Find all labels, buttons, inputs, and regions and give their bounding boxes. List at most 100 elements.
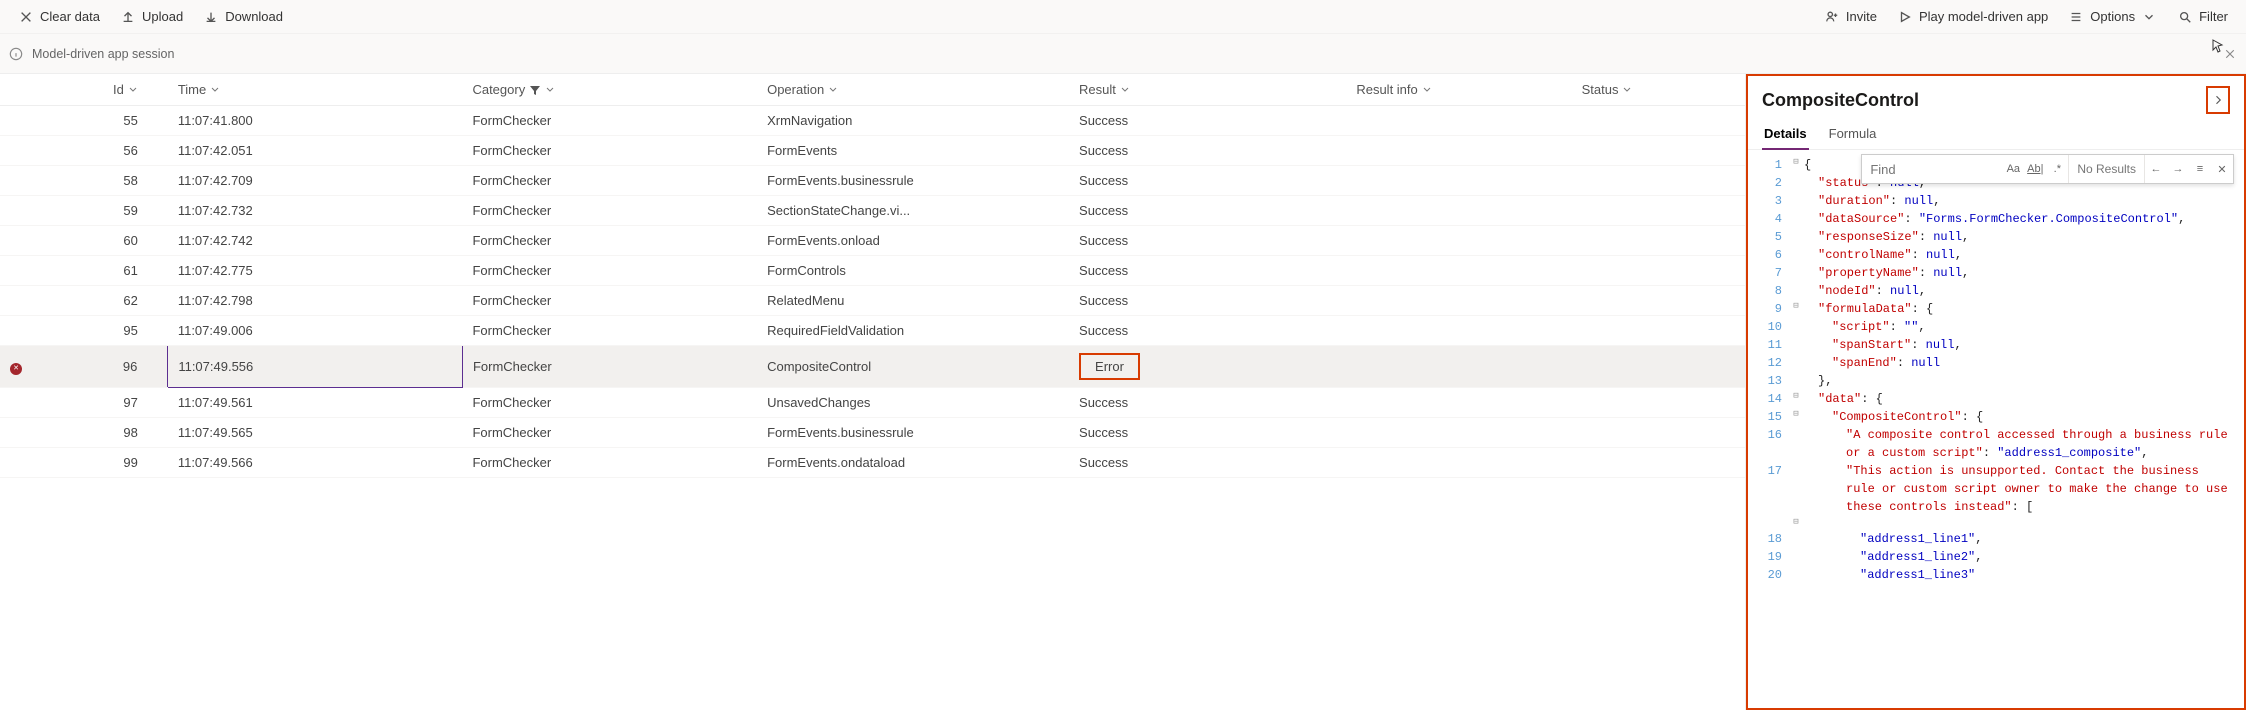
code-line: 6"controlName": null, (1748, 246, 2244, 264)
options-button[interactable]: Options (2058, 5, 2167, 29)
clear-data-button[interactable]: Clear data (8, 5, 110, 29)
cell-operation: FormEvents.onload (757, 226, 1069, 256)
invite-label: Invite (1846, 9, 1877, 24)
col-header-category[interactable]: Category (462, 74, 757, 106)
cell-id: 60 (55, 226, 167, 256)
options-label: Options (2090, 9, 2135, 24)
table-row[interactable]: 6011:07:42.742FormCheckerFormEvents.onlo… (0, 226, 1745, 256)
find-in-selection-button[interactable]: ≡ (2189, 155, 2211, 183)
fold-toggle[interactable]: ⊟ (1788, 408, 1804, 426)
code-line: 5"responseSize": null, (1748, 228, 2244, 246)
cell-category: FormChecker (462, 106, 757, 136)
cell-operation: RelatedMenu (757, 286, 1069, 316)
filter-label: Filter (2199, 9, 2228, 24)
find-whole-word-button[interactable]: Ab| (2024, 155, 2046, 183)
cell-status (1572, 418, 1745, 448)
table-row[interactable]: 5511:07:41.800FormCheckerXrmNavigationSu… (0, 106, 1745, 136)
list-icon (2068, 9, 2084, 25)
close-session-button[interactable] (2222, 46, 2238, 62)
cell-result-info (1346, 388, 1571, 418)
table-row[interactable]: 9511:07:49.006FormCheckerRequiredFieldVa… (0, 316, 1745, 346)
code-line: 4"dataSource": "Forms.FormChecker.Compos… (1748, 210, 2244, 228)
expand-panel-button[interactable] (2206, 86, 2230, 114)
find-close-button[interactable]: ✕ (2211, 155, 2233, 183)
download-button[interactable]: Download (193, 5, 293, 29)
invite-button[interactable]: Invite (1814, 5, 1887, 29)
cell-result: Success (1069, 316, 1346, 346)
cell-operation: XrmNavigation (757, 106, 1069, 136)
find-match-case-button[interactable]: Aa (2002, 155, 2024, 183)
tab-details[interactable]: Details (1762, 118, 1809, 149)
col-header-id[interactable]: Id (55, 74, 167, 106)
code-line: 12"spanEnd": null (1748, 354, 2244, 372)
table-row[interactable]: 6111:07:42.775FormCheckerFormControlsSuc… (0, 256, 1745, 286)
table-row[interactable]: 9611:07:49.556FormCheckerCompositeContro… (0, 346, 1745, 388)
top-toolbar: Clear data Upload Download Invite Play m… (0, 0, 2246, 34)
fold-toggle[interactable]: ⊟ (1788, 390, 1804, 408)
col-header-time[interactable]: Time (168, 74, 463, 106)
cell-result-info (1346, 286, 1571, 316)
cell-result-info (1346, 346, 1571, 388)
fold-toggle[interactable]: ⊟ (1788, 300, 1804, 318)
cell-result-info (1346, 196, 1571, 226)
cell-result: Success (1069, 256, 1346, 286)
col-header-result[interactable]: Result (1069, 74, 1346, 106)
upload-button[interactable]: Upload (110, 5, 193, 29)
cell-id: 55 (55, 106, 167, 136)
code-line: 3"duration": null, (1748, 192, 2244, 210)
cell-id: 99 (55, 448, 167, 478)
find-input[interactable] (1862, 162, 2002, 177)
cell-result: Success (1069, 448, 1346, 478)
cell-category: FormChecker (462, 316, 757, 346)
cell-operation: CompositeControl (757, 346, 1069, 388)
cell-time: 11:07:49.565 (168, 418, 463, 448)
cell-id: 97 (55, 388, 167, 418)
cell-time: 11:07:42.732 (168, 196, 463, 226)
find-prev-button[interactable]: ← (2145, 155, 2167, 183)
cell-time: 11:07:49.556 (168, 346, 463, 388)
play-app-button[interactable]: Play model-driven app (1887, 5, 2058, 29)
table-row[interactable]: 5911:07:42.732FormCheckerSectionStateCha… (0, 196, 1745, 226)
find-bar: Aa Ab| .* No Results ← → ≡ ✕ (1861, 154, 2234, 184)
table-row[interactable]: 9811:07:49.565FormCheckerFormEvents.busi… (0, 418, 1745, 448)
cell-category: FormChecker (462, 166, 757, 196)
code-line: 17"This action is unsupported. Contact t… (1748, 462, 2244, 516)
cell-operation: FormEvents.businessrule (757, 166, 1069, 196)
events-grid[interactable]: Id Time Category Operation Result Result… (0, 74, 1746, 710)
cell-id: 58 (55, 166, 167, 196)
cell-id: 59 (55, 196, 167, 226)
cell-operation: RequiredFieldValidation (757, 316, 1069, 346)
find-next-button[interactable]: → (2167, 155, 2189, 183)
code-line: 8"nodeId": null, (1748, 282, 2244, 300)
table-row[interactable]: 9911:07:49.566FormCheckerFormEvents.onda… (0, 448, 1745, 478)
col-header-result-info[interactable]: Result info (1346, 74, 1571, 106)
cell-status (1572, 256, 1745, 286)
cell-operation: SectionStateChange.vi... (757, 196, 1069, 226)
code-line: 18"address1_line1", (1748, 530, 2244, 548)
table-header-row: Id Time Category Operation Result Result… (0, 74, 1745, 106)
play-icon (1897, 9, 1913, 25)
table-row[interactable]: 9711:07:49.561FormCheckerUnsavedChangesS… (0, 388, 1745, 418)
table-row[interactable]: 6211:07:42.798FormCheckerRelatedMenuSucc… (0, 286, 1745, 316)
cell-result: Success (1069, 196, 1346, 226)
cell-category: FormChecker (462, 136, 757, 166)
cell-status (1572, 136, 1745, 166)
code-line: 11"spanStart": null, (1748, 336, 2244, 354)
filter-button[interactable]: Filter (2167, 5, 2238, 29)
cell-time: 11:07:41.800 (168, 106, 463, 136)
table-row[interactable]: 5611:07:42.051FormCheckerFormEventsSucce… (0, 136, 1745, 166)
cell-result: Success (1069, 418, 1346, 448)
fold-toggle[interactable]: ⊟ (1788, 516, 1804, 530)
find-regex-button[interactable]: .* (2046, 155, 2068, 183)
code-viewer[interactable]: 1⊟{2"status": null,3"duration": null,4"d… (1748, 150, 2244, 708)
upload-label: Upload (142, 9, 183, 24)
fold-toggle[interactable]: ⊟ (1788, 156, 1804, 174)
code-line: 7"propertyName": null, (1748, 264, 2244, 282)
col-header-status[interactable]: Status (1572, 74, 1745, 106)
cell-status (1572, 166, 1745, 196)
tab-formula[interactable]: Formula (1827, 118, 1879, 149)
cell-category: FormChecker (462, 226, 757, 256)
cell-result: Success (1069, 388, 1346, 418)
table-row[interactable]: 5811:07:42.709FormCheckerFormEvents.busi… (0, 166, 1745, 196)
col-header-operation[interactable]: Operation (757, 74, 1069, 106)
